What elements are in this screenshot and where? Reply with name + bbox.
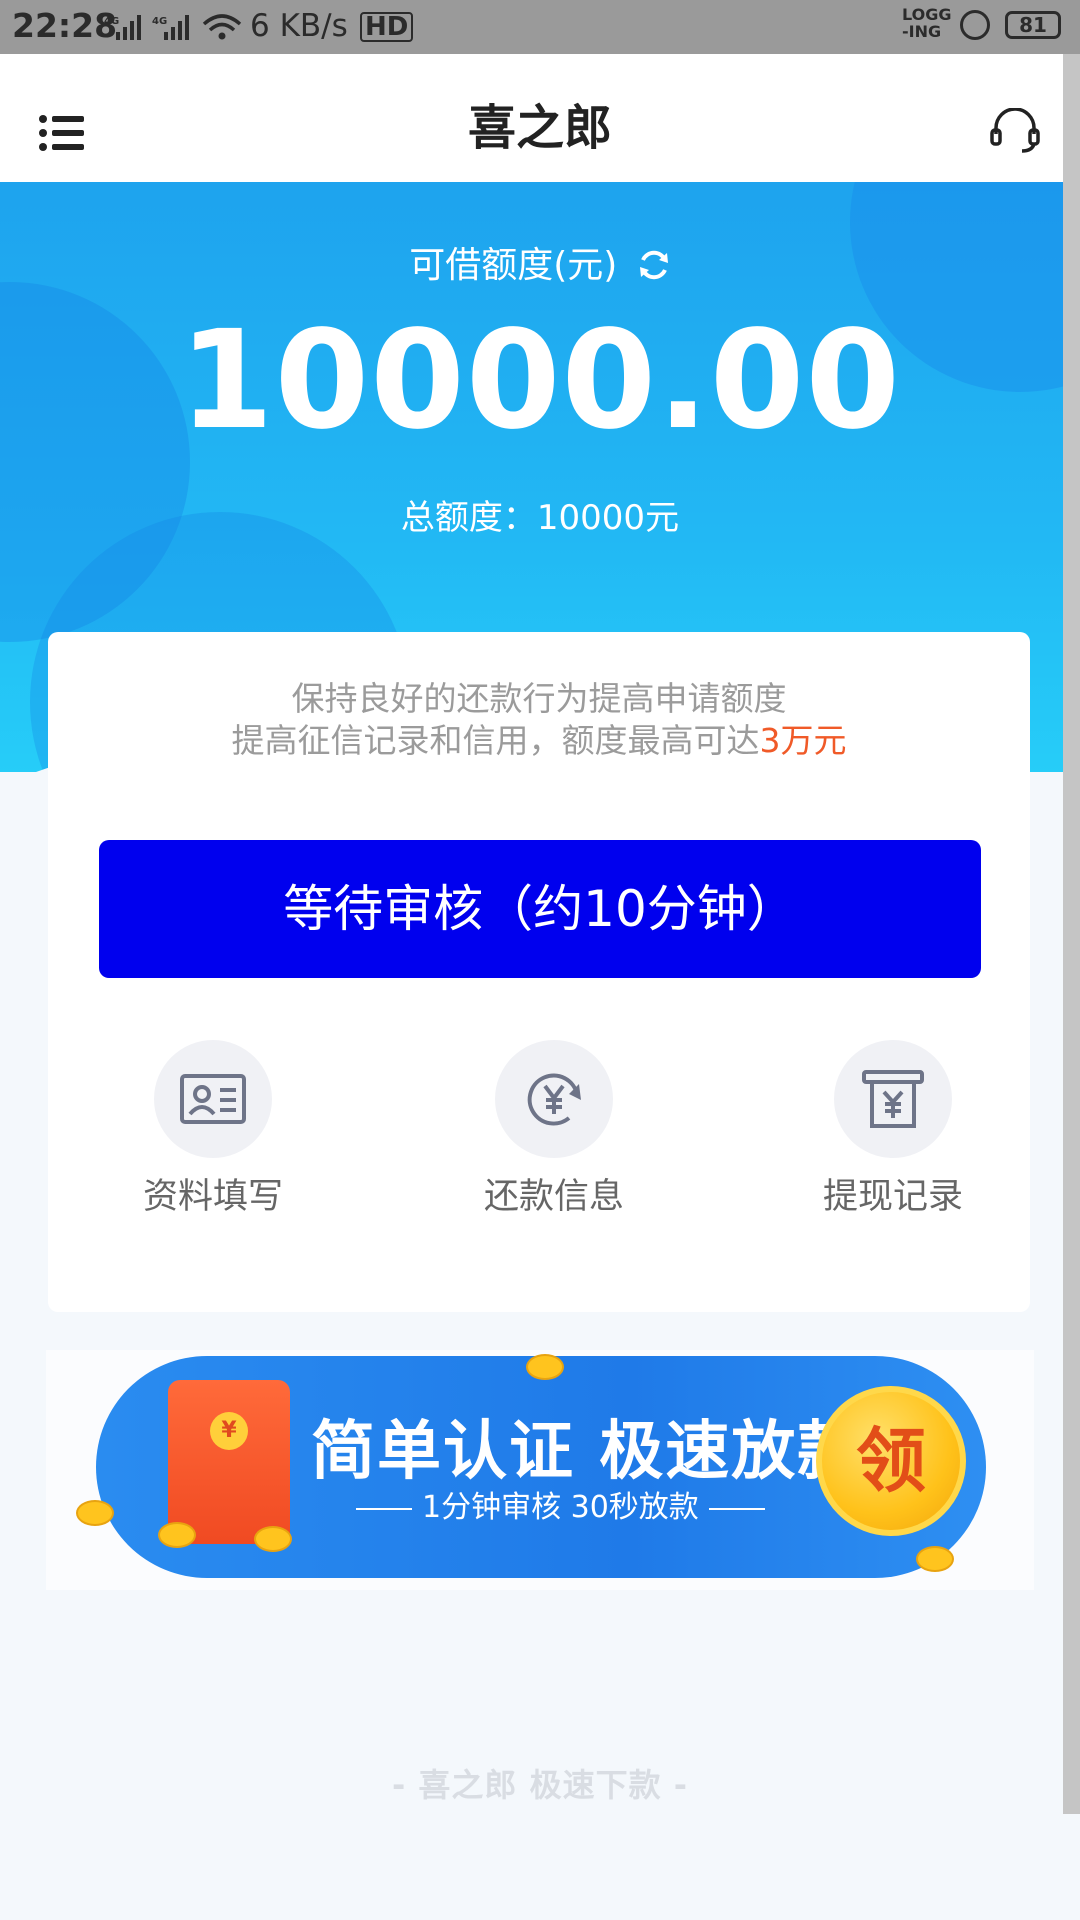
coin-icon	[158, 1522, 196, 1548]
scroll-edge	[1063, 54, 1080, 1814]
banner-subtitle: 1分钟审核 30秒放款	[346, 1482, 775, 1526]
signal-icon: 4G	[152, 15, 189, 40]
feature-withdrawal-records[interactable]: 提现记录	[793, 1040, 993, 1219]
claim-coin-button[interactable]: 领	[816, 1386, 966, 1536]
coin-icon	[76, 1500, 114, 1526]
status-time: 22:28	[12, 6, 118, 45]
hd-badge: HD	[360, 12, 414, 42]
svg-text:4G: 4G	[104, 16, 119, 27]
feature-icon-circle	[834, 1040, 952, 1158]
await-review-button[interactable]: 等待审核（约10分钟）	[99, 840, 981, 978]
feature-label: 资料填写	[142, 1177, 283, 1217]
status-bar: 22:28 4G 4G 6 KB/s HD LOGG -ING 81	[0, 0, 1080, 54]
svg-text:4G: 4G	[152, 16, 167, 27]
id-card-icon	[180, 1074, 246, 1124]
feature-label: 提现记录	[822, 1177, 963, 1217]
battery-level: 81	[1005, 11, 1061, 39]
coin-icon	[526, 1354, 564, 1380]
total-credit: 总额度：10000元	[400, 498, 680, 538]
logging-indicator: LOGG -ING	[902, 5, 952, 41]
rotation-lock-icon	[960, 10, 990, 40]
refresh-icon[interactable]	[637, 248, 671, 282]
signal-icon: 4G	[104, 15, 141, 40]
available-credit-text: 可借额度(元)	[409, 245, 618, 286]
feature-repayment-info[interactable]: 还款信息	[454, 1040, 654, 1219]
banner-subtitle-text: 1分钟审核 30秒放款	[422, 1490, 699, 1525]
app-header: 喜之郎	[0, 54, 1063, 182]
max-credit-highlight: 3万元	[759, 721, 847, 760]
tip-line-1: 保持良好的还款行为提高申请额度	[291, 679, 787, 718]
available-credit-label: 可借额度(元)	[0, 236, 1063, 288]
feature-profile-info[interactable]: 资料填写	[113, 1040, 313, 1219]
tip-line-2: 提高征信记录和信用，额度最高可达3万元	[48, 714, 1030, 762]
yen-cycle-icon	[527, 1073, 581, 1126]
coin-icon	[916, 1546, 954, 1572]
wifi-icon	[202, 14, 242, 40]
red-envelope-icon: ¥	[168, 1380, 290, 1544]
feature-icon-circle	[495, 1040, 613, 1158]
feature-icon-circle	[154, 1040, 272, 1158]
loan-card: 保持良好的还款行为提高申请额度 提高征信记录和信用，额度最高可达3万元 等待审核…	[48, 632, 1030, 1312]
banner-title: 简单认证 极速放款	[311, 1415, 864, 1489]
headset-icon[interactable]	[990, 108, 1040, 154]
tip-line-2-text: 提高征信记录和信用，额度最高可达	[231, 721, 760, 760]
footer-slogan: - 喜之郎 极速下款 -	[392, 1766, 688, 1804]
page-title: 喜之郎	[467, 100, 612, 156]
yen-receipt-icon	[862, 1070, 924, 1128]
coin-icon	[254, 1526, 292, 1552]
yen-seal: ¥	[210, 1412, 248, 1450]
network-speed: 6 KB/s	[250, 8, 348, 44]
promo-banner[interactable]: ¥ 简单认证 极速放款 1分钟审核 30秒放款 领	[46, 1350, 1034, 1590]
feature-label: 还款信息	[483, 1177, 624, 1217]
available-amount: 10000.00	[178, 302, 902, 460]
